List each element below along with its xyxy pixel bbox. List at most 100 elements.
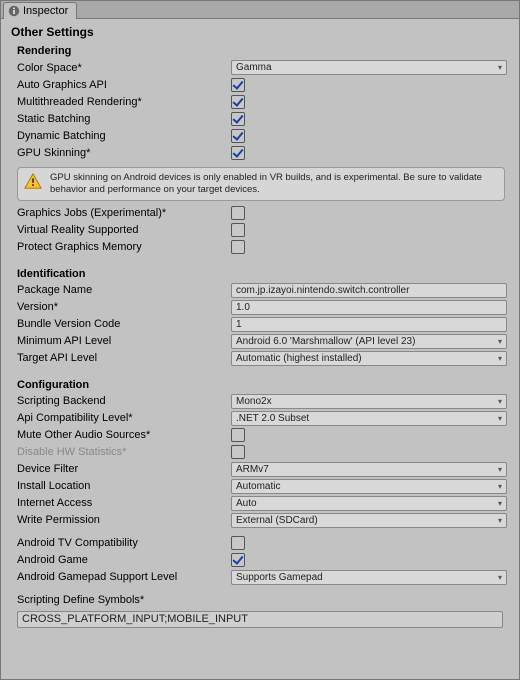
tab-inspector[interactable]: Inspector <box>3 2 77 19</box>
graphics-jobs-label: Graphics Jobs (Experimental)* <box>17 207 231 219</box>
multithreaded-rendering-row: Multithreaded Rendering* <box>7 93 513 110</box>
gpu-skinning-checkbox[interactable] <box>231 146 245 160</box>
chevron-down-icon: ▾ <box>498 482 502 491</box>
other-settings-header: Other Settings <box>11 25 513 39</box>
multithreaded-rendering-label: Multithreaded Rendering* <box>17 96 231 108</box>
bundle-version-code-field[interactable]: 1 <box>231 317 507 332</box>
install-location-label: Install Location <box>17 480 231 492</box>
define-symbols-row: CROSS_PLATFORM_INPUT;MOBILE_INPUT <box>7 611 513 628</box>
package-name-label: Package Name <box>17 284 231 296</box>
api-compat-level-row: Api Compatibility Level* .NET 2.0 Subset… <box>7 410 513 427</box>
chevron-down-icon: ▾ <box>498 337 502 346</box>
bundle-version-code-label: Bundle Version Code <box>17 318 231 330</box>
gpu-skinning-row: GPU Skinning* <box>7 144 513 161</box>
define-symbols-field[interactable]: CROSS_PLATFORM_INPUT;MOBILE_INPUT <box>17 611 503 628</box>
gamepad-support-row: Android Gamepad Support Level Supports G… <box>7 569 513 586</box>
vr-supported-checkbox[interactable] <box>231 223 245 237</box>
tab-bar: Inspector <box>1 1 519 19</box>
android-tv-compat-label: Android TV Compatibility <box>17 537 231 549</box>
gpu-skinning-warning-text: GPU skinning on Android devices is only … <box>50 172 498 196</box>
package-name-field[interactable]: com.jp.izayoi.nintendo.switch.controller <box>231 283 507 298</box>
vr-supported-label: Virtual Reality Supported <box>17 224 231 236</box>
android-game-label: Android Game <box>17 554 231 566</box>
android-tv-compat-checkbox[interactable] <box>231 536 245 550</box>
internet-access-label: Internet Access <box>17 497 231 509</box>
version-row: Version* 1.0 <box>7 299 513 316</box>
color-space-row: Color Space* Gamma▾ <box>7 59 513 76</box>
android-tv-compat-row: Android TV Compatibility <box>7 535 513 552</box>
scripting-backend-value: Mono2x <box>236 396 272 407</box>
info-icon <box>8 5 20 17</box>
scripting-backend-row: Scripting Backend Mono2x▾ <box>7 393 513 410</box>
chevron-down-icon: ▾ <box>498 63 502 72</box>
define-symbols-label-row: Scripting Define Symbols* <box>7 592 513 609</box>
gamepad-support-label: Android Gamepad Support Level <box>17 571 231 583</box>
chevron-down-icon: ▾ <box>498 499 502 508</box>
dynamic-batching-checkbox[interactable] <box>231 129 245 143</box>
device-filter-value: ARMv7 <box>236 464 269 475</box>
protect-graphics-memory-label: Protect Graphics Memory <box>17 241 231 253</box>
dynamic-batching-row: Dynamic Batching <box>7 127 513 144</box>
target-api-level-row: Target API Level Automatic (highest inst… <box>7 350 513 367</box>
static-batching-row: Static Batching <box>7 110 513 127</box>
rendering-group-title: Rendering <box>17 45 513 57</box>
min-api-level-label: Minimum API Level <box>17 335 231 347</box>
identification-group-title: Identification <box>17 268 513 280</box>
device-filter-row: Device Filter ARMv7▾ <box>7 461 513 478</box>
mute-other-audio-label: Mute Other Audio Sources* <box>17 429 231 441</box>
auto-graphics-api-label: Auto Graphics API <box>17 79 231 91</box>
mute-other-audio-checkbox[interactable] <box>231 428 245 442</box>
define-symbols-value: CROSS_PLATFORM_INPUT;MOBILE_INPUT <box>22 613 248 625</box>
android-game-checkbox[interactable] <box>231 553 245 567</box>
disable-hw-stats-row: Disable HW Statistics* <box>7 444 513 461</box>
api-compat-level-dropdown[interactable]: .NET 2.0 Subset▾ <box>231 411 507 426</box>
static-batching-checkbox[interactable] <box>231 112 245 126</box>
write-permission-dropdown[interactable]: External (SDCard) ▾ <box>231 513 507 528</box>
chevron-down-icon: ▾ <box>498 516 502 525</box>
scripting-backend-dropdown[interactable]: Mono2x ▾ <box>231 394 507 409</box>
internet-access-row: Internet Access Auto ▾ <box>7 495 513 512</box>
version-label: Version* <box>17 301 231 313</box>
multithreaded-rendering-checkbox[interactable] <box>231 95 245 109</box>
chevron-down-icon: ▾ <box>498 465 502 474</box>
mute-other-audio-row: Mute Other Audio Sources* <box>7 427 513 444</box>
gpu-skinning-label: GPU Skinning* <box>17 147 231 159</box>
chevron-down-icon: ▾ <box>498 573 502 582</box>
configuration-group-title: Configuration <box>17 379 513 391</box>
api-compat-level-label: Api Compatibility Level* <box>17 412 231 424</box>
min-api-level-dropdown[interactable]: Android 6.0 'Marshmallow' (API level 23)… <box>231 334 507 349</box>
chevron-down-icon: ▾ <box>498 397 502 406</box>
write-permission-row: Write Permission External (SDCard) ▾ <box>7 512 513 529</box>
graphics-jobs-checkbox[interactable] <box>231 206 245 220</box>
install-location-row: Install Location Automatic▾ <box>7 478 513 495</box>
android-game-row: Android Game <box>7 552 513 569</box>
device-filter-dropdown[interactable]: ARMv7 ▾ <box>231 462 507 477</box>
write-permission-value: External (SDCard) <box>236 515 318 526</box>
version-field[interactable]: 1.0 <box>231 300 507 315</box>
target-api-level-dropdown[interactable]: Automatic (highest installed)▾ <box>231 351 507 366</box>
min-api-level-value: Android 6.0 'Marshmallow' (API level 23) <box>236 336 415 347</box>
min-api-level-row: Minimum API Level Android 6.0 'Marshmall… <box>7 333 513 350</box>
protect-graphics-memory-checkbox[interactable] <box>231 240 245 254</box>
define-symbols-label: Scripting Define Symbols* <box>17 594 144 606</box>
package-name-value: com.jp.izayoi.nintendo.switch.controller <box>236 285 409 296</box>
install-location-dropdown[interactable]: Automatic▾ <box>231 479 507 494</box>
disable-hw-stats-checkbox <box>231 445 245 459</box>
tab-inspector-label: Inspector <box>23 5 68 17</box>
internet-access-value: Auto <box>236 498 257 509</box>
auto-graphics-api-checkbox[interactable] <box>231 78 245 92</box>
bundle-version-code-value: 1 <box>236 319 242 330</box>
internet-access-dropdown[interactable]: Auto ▾ <box>231 496 507 511</box>
disable-hw-stats-label: Disable HW Statistics* <box>17 446 231 458</box>
version-value: 1.0 <box>236 302 250 313</box>
color-space-dropdown[interactable]: Gamma▾ <box>231 60 507 75</box>
color-space-label: Color Space* <box>17 62 231 74</box>
auto-graphics-api-row: Auto Graphics API <box>7 76 513 93</box>
dynamic-batching-label: Dynamic Batching <box>17 130 231 142</box>
gamepad-support-value: Supports Gamepad <box>236 572 323 583</box>
write-permission-label: Write Permission <box>17 514 231 526</box>
inspector-panel: Other Settings Rendering Color Space* Ga… <box>1 19 519 679</box>
gamepad-support-dropdown[interactable]: Supports Gamepad ▾ <box>231 570 507 585</box>
chevron-down-icon: ▾ <box>498 414 502 423</box>
target-api-level-label: Target API Level <box>17 352 231 364</box>
